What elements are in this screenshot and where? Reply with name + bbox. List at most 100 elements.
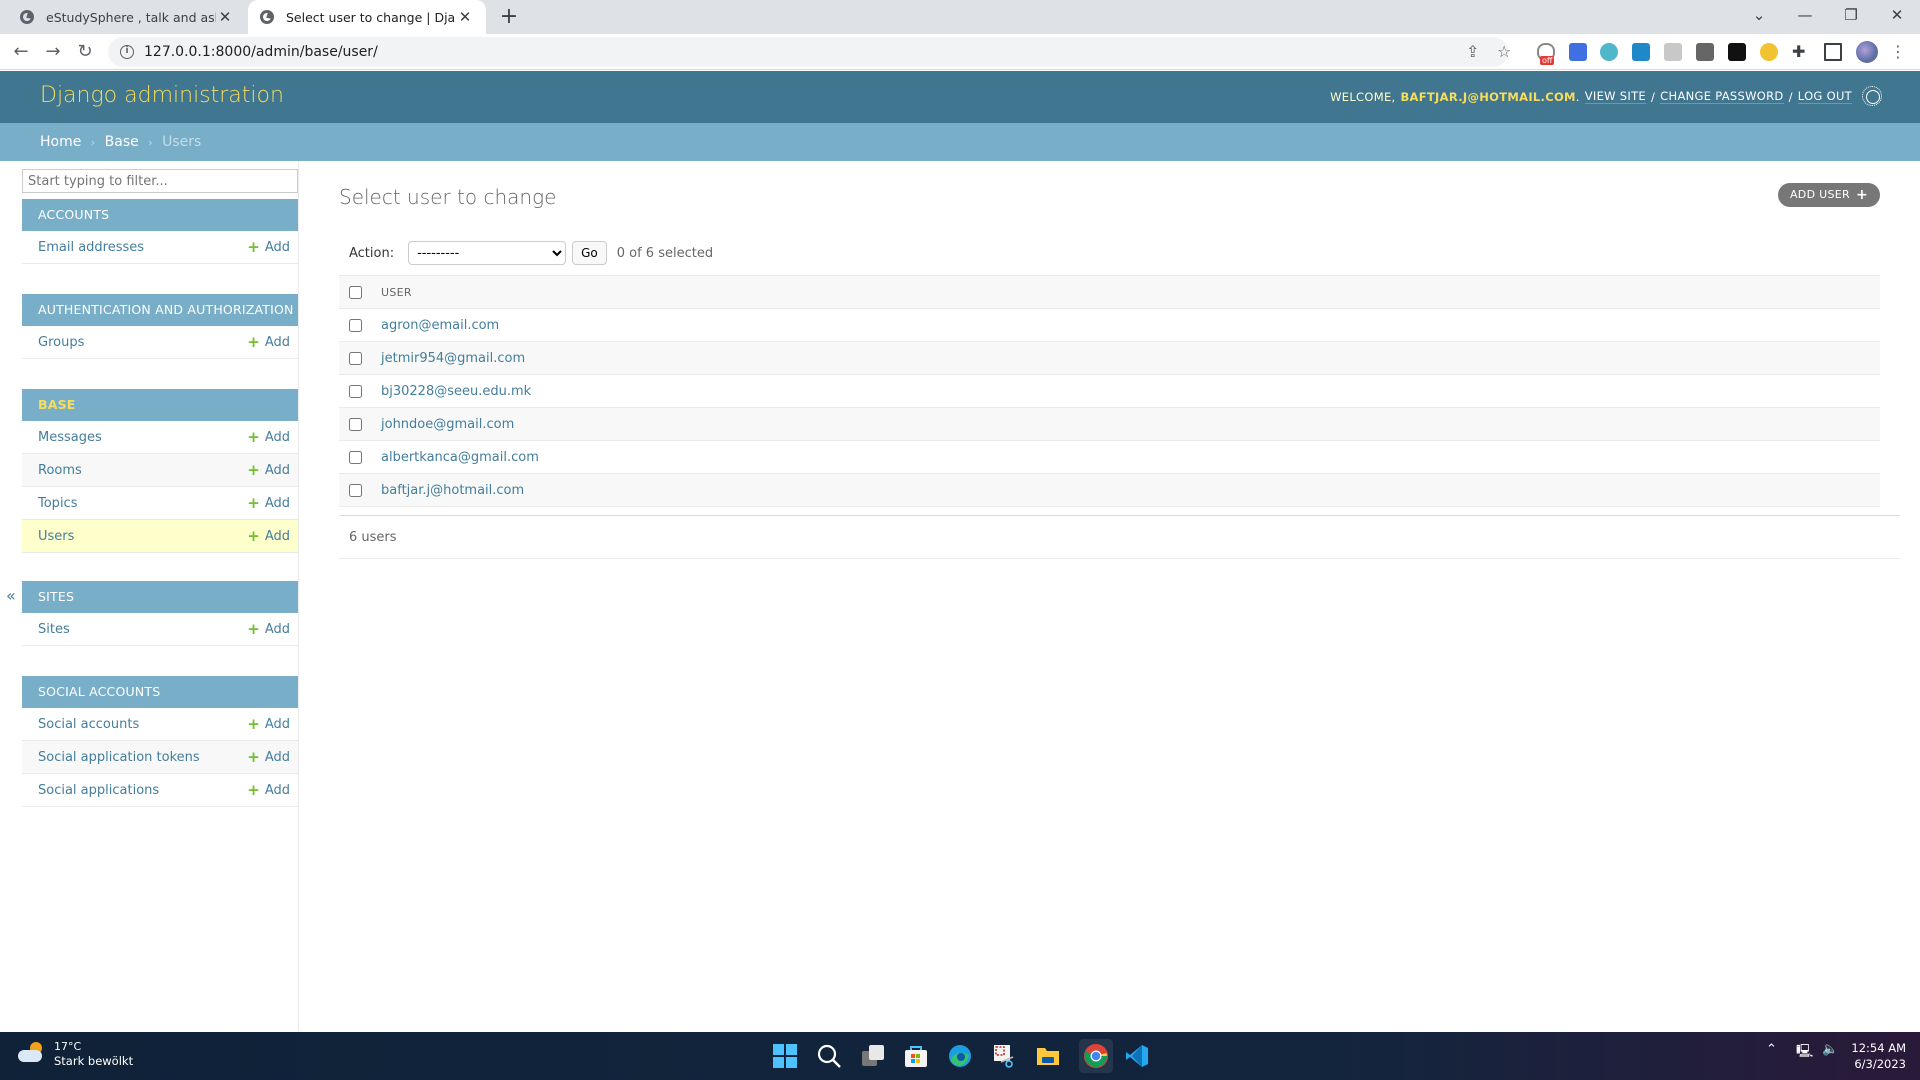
- row-checkbox[interactable]: [349, 351, 362, 365]
- user-link[interactable]: jetmir954@gmail.com: [381, 351, 525, 366]
- add-link[interactable]: + Add: [247, 334, 290, 350]
- module-header[interactable]: ACCOUNTS: [22, 199, 298, 231]
- model-link[interactable]: Sites: [38, 622, 70, 637]
- module-header[interactable]: SITES: [22, 581, 298, 613]
- file-explorer-icon[interactable]: [1035, 1043, 1061, 1069]
- microsoft-store-icon[interactable]: [903, 1043, 929, 1069]
- minimize-button[interactable]: —: [1782, 0, 1828, 34]
- add-link[interactable]: + Add: [247, 528, 290, 544]
- profile-avatar[interactable]: [1856, 41, 1878, 63]
- edge-browser-icon[interactable]: [947, 1043, 973, 1069]
- new-tab-button[interactable]: +: [498, 6, 520, 28]
- breadcrumb-base[interactable]: Base: [105, 134, 139, 150]
- add-user-button[interactable]: ADD USER +: [1777, 183, 1880, 207]
- breadcrumb-home[interactable]: Home: [40, 134, 81, 150]
- row-checkbox[interactable]: [349, 384, 362, 398]
- go-button[interactable]: Go: [572, 241, 607, 265]
- row-checkbox[interactable]: [349, 450, 362, 464]
- user-link[interactable]: bj30228@seeu.edu.mk: [381, 384, 531, 399]
- chrome-icon[interactable]: [1079, 1039, 1113, 1073]
- model-link[interactable]: Users: [38, 529, 74, 544]
- partly-cloudy-icon: [18, 1041, 44, 1064]
- nav-filter-input[interactable]: [22, 169, 298, 193]
- change-password-link[interactable]: CHANGE PASSWORD: [1660, 89, 1784, 104]
- row-checkbox[interactable]: [349, 417, 362, 431]
- row-checkbox[interactable]: [349, 318, 362, 332]
- log-out-link[interactable]: LOG OUT: [1797, 89, 1852, 104]
- add-label: Add: [264, 749, 290, 765]
- browser-tab-estudysphere[interactable]: eStudySphere , talk and ask abou ✕: [8, 0, 246, 34]
- share-icon[interactable]: ⇪: [1466, 42, 1479, 61]
- extension-icon[interactable]: [1632, 43, 1650, 61]
- system-clock[interactable]: 12:54 AM 6/3/2023: [1851, 1040, 1906, 1072]
- model-link[interactable]: Social applications: [38, 783, 159, 798]
- globe-icon: [260, 10, 274, 24]
- module-header[interactable]: BASE: [22, 389, 298, 421]
- module-header[interactable]: AUTHENTICATION AND AUTHORIZATION: [22, 294, 298, 326]
- add-link[interactable]: + Add: [247, 429, 290, 445]
- model-link[interactable]: Messages: [38, 430, 102, 445]
- model-link[interactable]: Email addresses: [38, 240, 144, 255]
- add-link[interactable]: + Add: [247, 747, 290, 766]
- add-link[interactable]: + Add: [247, 462, 290, 478]
- model-link[interactable]: Rooms: [38, 463, 82, 478]
- window-close-button[interactable]: ✕: [1874, 0, 1920, 34]
- user-link[interactable]: baftjar.j@hotmail.com: [381, 483, 524, 498]
- theme-toggle-icon[interactable]: [1862, 85, 1882, 106]
- add-link[interactable]: + Add: [247, 716, 290, 732]
- task-view-icon[interactable]: [860, 1043, 886, 1069]
- network-icon[interactable]: 🖳: [1796, 1042, 1813, 1064]
- close-tab-icon[interactable]: ✕: [456, 8, 474, 26]
- windows-start-icon[interactable]: [772, 1043, 798, 1069]
- browser-menu-icon[interactable]: ⋮: [1890, 42, 1906, 61]
- weather-widget[interactable]: 17°C Stark bewölkt: [18, 1040, 133, 1069]
- model-link[interactable]: Social application tokens: [38, 750, 200, 765]
- extension-icon[interactable]: [1728, 43, 1746, 61]
- add-link[interactable]: + Add: [247, 621, 290, 637]
- site-brand[interactable]: Django administration: [40, 83, 284, 108]
- sidebar-collapse-toggle[interactable]: «: [6, 586, 16, 605]
- add-link[interactable]: + Add: [247, 239, 290, 255]
- extension-icon[interactable]: [1760, 43, 1778, 61]
- reload-icon[interactable]: ↻: [72, 39, 98, 65]
- user-link[interactable]: agron@email.com: [381, 318, 499, 333]
- view-site-link[interactable]: VIEW SITE: [1584, 89, 1646, 104]
- model-link[interactable]: Social accounts: [38, 717, 139, 732]
- add-link[interactable]: + Add: [247, 493, 290, 512]
- address-bar[interactable]: i 127.0.0.1:8000/admin/base/user/: [108, 37, 1508, 67]
- volume-icon[interactable]: 🔈: [1822, 1042, 1838, 1057]
- bookmark-star-icon[interactable]: ☆: [1497, 42, 1511, 61]
- user-link[interactable]: johndoe@gmail.com: [381, 417, 514, 432]
- side-panel-icon[interactable]: [1824, 43, 1842, 61]
- search-icon[interactable]: [816, 1043, 842, 1069]
- add-label: Add: [264, 716, 290, 732]
- vscode-icon[interactable]: [1124, 1043, 1150, 1069]
- plus-icon: +: [247, 747, 260, 766]
- browser-tab-django-admin[interactable]: Select user to change | Django si ✕: [248, 0, 486, 34]
- extension-icon[interactable]: [1664, 43, 1682, 61]
- extension-icon[interactable]: [1569, 43, 1587, 61]
- user-link[interactable]: albertkanca@gmail.com: [381, 450, 539, 465]
- plus-icon: +: [247, 493, 260, 512]
- tab-search-icon[interactable]: ⌄: [1736, 0, 1782, 34]
- extension-icon[interactable]: [1696, 43, 1714, 61]
- show-hidden-icons-chevron[interactable]: ⌃: [1766, 1042, 1777, 1057]
- extension-icon[interactable]: [1600, 43, 1618, 61]
- row-checkbox[interactable]: [349, 483, 362, 497]
- row-checkbox-cell: [339, 473, 381, 507]
- puzzle-extensions-icon[interactable]: ✚: [1792, 42, 1805, 61]
- select-all-checkbox[interactable]: [349, 285, 362, 299]
- add-label: Add: [264, 334, 290, 350]
- snipping-tool-icon[interactable]: [991, 1043, 1017, 1069]
- site-info-icon[interactable]: i: [120, 45, 134, 59]
- model-link[interactable]: Topics: [38, 496, 77, 511]
- column-header-user[interactable]: USER: [381, 275, 1880, 309]
- back-arrow-icon[interactable]: ←: [8, 39, 34, 65]
- add-link[interactable]: + Add: [247, 782, 290, 798]
- close-tab-icon[interactable]: ✕: [216, 8, 234, 26]
- restore-button[interactable]: ❐: [1828, 0, 1874, 34]
- forward-arrow-icon[interactable]: →: [40, 39, 66, 65]
- action-select[interactable]: ---------: [408, 241, 567, 265]
- module-header[interactable]: SOCIAL ACCOUNTS: [22, 676, 298, 708]
- model-link[interactable]: Groups: [38, 335, 84, 350]
